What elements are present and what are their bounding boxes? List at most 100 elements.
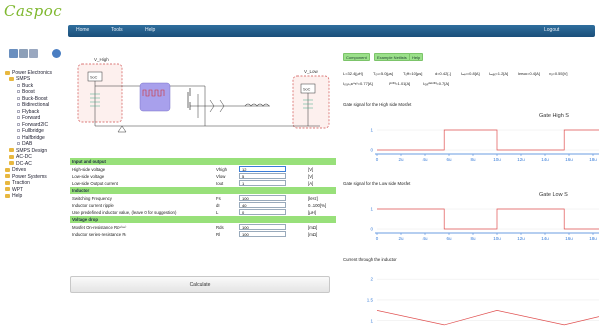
chart1-title: Gate High S	[539, 113, 569, 119]
inductor-value-input[interactable]	[239, 209, 286, 215]
chart1-x-tick-label: 16u	[565, 157, 573, 162]
folder-icon	[5, 167, 10, 172]
mosfet-icon	[187, 88, 191, 110]
chart2-x-tick-label: 4u	[422, 236, 428, 241]
tree-item-halfbridge[interactable]: Halfbridge	[17, 135, 45, 141]
tree-item-forward[interactable]: Forward	[17, 115, 40, 121]
page-icon	[17, 135, 20, 139]
chart2-x-tick-label: 10u	[493, 236, 501, 241]
page-icon	[17, 96, 20, 100]
nav-tools[interactable]: Tools	[111, 27, 123, 33]
tab-component[interactable]: Component	[343, 53, 370, 61]
tree-acdc[interactable]: AC-DC	[9, 154, 32, 160]
param-ilon: Iᴸᴼᴺ=1.01[A]	[389, 81, 411, 86]
list-icon[interactable]	[29, 49, 38, 58]
chart2-x-tick-label: 8u	[470, 236, 476, 241]
tab-help[interactable]: Help	[409, 53, 424, 61]
circuit-wires	[94, 81, 320, 127]
chart2-series-line	[377, 208, 599, 230]
param-toff: Tₒff=10[µs]	[403, 71, 423, 76]
chart2-x-tick-label: 0	[376, 236, 379, 241]
high-side-voltage-input[interactable]	[239, 166, 286, 172]
tree-item-bidirectional[interactable]: Bidirectional	[17, 102, 49, 108]
form-row-low-side-voltage: Low-side voltage Vlow [V]	[70, 173, 336, 180]
nav-help[interactable]: Help	[145, 27, 155, 33]
gate-high-chart: 0 1 0 2u 4u 6u 8u 10u 12u 14u 16u 18u	[370, 128, 599, 162]
tree-smps-design[interactable]: SMPS Design	[9, 148, 47, 154]
output-current-input[interactable]	[239, 180, 286, 186]
form-row-output-current: Low-side Output current Iout [A]	[70, 180, 336, 187]
folder-icon	[9, 154, 14, 159]
tree-item-fullbridge[interactable]: Fullbridge	[17, 128, 44, 134]
high-side-source-label: SoC	[90, 76, 98, 80]
page-icon	[17, 83, 20, 87]
chart2-x-tick-label: 14u	[541, 236, 549, 241]
page-icon	[17, 90, 20, 94]
tree-drives[interactable]: Drives	[5, 167, 26, 173]
low-side-voltage-input[interactable]	[239, 173, 286, 179]
save-icon[interactable]	[9, 49, 18, 58]
chart1-x-tick-label: 14u	[541, 157, 549, 162]
tab-example-netlists[interactable]: Example Netlists	[374, 53, 410, 61]
form-row-mosfet-resistance: Mosfet On-resistance Rᴅˢ⁽ᵒⁿ⁾ Rds [mΩ]	[70, 224, 336, 231]
folder-icon	[5, 70, 10, 75]
switching-frequency-input[interactable]	[239, 195, 286, 201]
v-high-label: V_High	[94, 57, 109, 62]
tree-item-buck-boost[interactable]: Buck-Boost	[17, 96, 48, 102]
current-ripple-input[interactable]	[239, 202, 286, 208]
tree-traction[interactable]: Traction	[5, 180, 30, 186]
tree-power-systems[interactable]: Power Systems	[5, 174, 47, 180]
nav-home[interactable]: Home	[76, 27, 89, 33]
param-ton: Tₒₙ=5.0[µs]	[373, 71, 393, 76]
chart3-y-tick-label: 1.5	[367, 297, 374, 302]
chart2-x-tick-label: 16u	[565, 236, 573, 241]
form-row-switching-frequency: Switching Frequency Fs [kHz]	[70, 195, 336, 202]
form-row-high-side-voltage: High-side voltage Vhigh [V]	[70, 166, 336, 173]
folder-icon	[9, 148, 14, 153]
chart1-label: Gate signal for the High side Mosfet	[343, 102, 412, 107]
inductor-icon	[244, 103, 270, 107]
chart3-y-tick-label: 1	[370, 318, 373, 323]
page-icon	[17, 129, 20, 133]
chart3-label: Current through the inductor	[343, 257, 397, 262]
section-inductor: Inductor	[70, 187, 336, 194]
folder-icon	[9, 161, 14, 166]
param-itrans: Iₜᵣₐₙₛᴅᵘᴛʸ=0.77[A]	[343, 81, 373, 86]
chart3-series-line	[376, 310, 599, 326]
back-icon[interactable]	[52, 49, 61, 58]
tree-help[interactable]: Help	[5, 193, 22, 199]
page-icon	[17, 142, 20, 146]
chart1-y-tick-label: 1	[370, 128, 373, 133]
chart2-x-tick-label: 12u	[517, 236, 525, 241]
tree-item-flyback[interactable]: Flyback	[17, 109, 39, 115]
circuit-schematic: V_High V_Low SoC SoC	[77, 57, 330, 133]
tree-wpt[interactable]: WPT	[5, 187, 23, 193]
chart2-y-tick-label: 0	[370, 227, 373, 232]
page-icon	[17, 122, 20, 126]
param-imin: Iₘᵢₙ=0.8[A]	[461, 71, 480, 76]
nav-logout[interactable]: Logout	[544, 27, 559, 33]
tree-item-forward2ic[interactable]: Forward2IC	[17, 122, 48, 128]
param-inductance: L=32.4[µH]	[343, 71, 363, 76]
form-row-current-ripple: Inductor current ripple dI 0..100[%]	[70, 202, 336, 209]
form-row-inductor-value: Use predefined inductor value, (leave 0 …	[70, 209, 336, 216]
param-vo: vₒ=0.55[V]	[549, 71, 568, 76]
tree-item-boost[interactable]: Boost	[17, 89, 35, 95]
param-ipeak: Iᴘᴇᴀᴋ=0.4[A]	[518, 71, 540, 76]
inductor-resistance-input[interactable]	[239, 231, 286, 237]
tree-dcac[interactable]: DC-AC	[9, 161, 32, 167]
chart2-y-tick-label: 1	[370, 207, 373, 212]
chart3-y-tick-label: 2	[370, 277, 373, 282]
tree-item-dab[interactable]: DAB	[17, 141, 32, 147]
tree-item-buck[interactable]: Buck	[17, 83, 33, 89]
calculate-button[interactable]: Calculate	[70, 276, 330, 293]
chart1-x-tick-label: 2u	[398, 157, 404, 162]
page-icon	[17, 109, 20, 113]
mosfet-resistance-input[interactable]	[239, 224, 286, 230]
app-logo[interactable]: Caspoc	[4, 2, 62, 20]
tree-smps[interactable]: SMPS	[9, 76, 30, 82]
v-low-label: V_Low	[304, 69, 319, 74]
open-icon[interactable]	[19, 49, 28, 58]
chart2-title: Gate Low S	[539, 192, 568, 198]
pwm-controller-block[interactable]	[139, 82, 171, 112]
